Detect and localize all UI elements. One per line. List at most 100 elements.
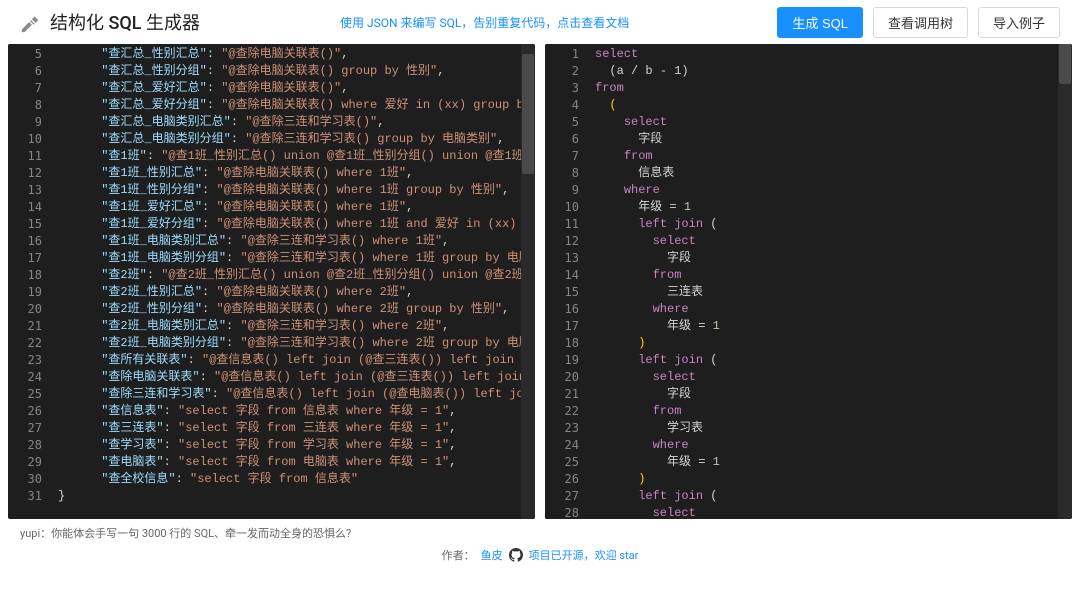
json-editor[interactable]: 5678910111213141516171819202122232425262… — [8, 44, 535, 519]
code-line[interactable]: "查除电脑关联表": "@查信息表() left join (@查三连表()) … — [58, 369, 529, 386]
code-line[interactable]: "查所有关联表": "@查信息表() left join (@查三连表()) l… — [58, 352, 529, 369]
code-line[interactable]: "查1班": "@查1班_性别汇总() union @查1班_性别分组() un… — [58, 148, 529, 165]
code-line[interactable]: "查2班_电脑类别汇总": "@查除三连和学习表() where 2班", — [58, 318, 529, 335]
line-number: 22 — [545, 403, 579, 420]
code-line[interactable]: where — [595, 437, 1066, 454]
line-number: 2 — [545, 63, 579, 80]
generate-sql-button[interactable]: 生成 SQL — [777, 7, 863, 38]
line-number: 22 — [8, 335, 42, 352]
code-line[interactable]: where — [595, 182, 1066, 199]
line-number: 6 — [8, 63, 42, 80]
code-line[interactable]: "查信息表": "select 字段 from 信息表 where 年级 = 1… — [58, 403, 529, 420]
code-line[interactable]: "查1班_性别汇总": "@查除电脑关联表() where 1班", — [58, 165, 529, 182]
footer-tagline: yupi：你能体会手写一句 3000 行的 SQL、牵一发而动全身的恐惧么? — [20, 525, 1060, 541]
code-line[interactable]: "查汇总_电脑类别分组": "@查除三连和学习表() group by 电脑类别… — [58, 131, 529, 148]
line-number: 19 — [8, 284, 42, 301]
code-line[interactable]: "查1班_爱好汇总": "@查除电脑关联表() where 1班", — [58, 199, 529, 216]
line-number: 28 — [545, 505, 579, 519]
line-number: 23 — [8, 352, 42, 369]
code-line[interactable]: "查2班_性别汇总": "@查除电脑关联表() where 2班", — [58, 284, 529, 301]
line-number: 15 — [545, 284, 579, 301]
line-number: 17 — [8, 250, 42, 267]
code-line[interactable]: 学习表 — [595, 420, 1066, 437]
code-line[interactable]: "查1班_电脑类别汇总": "@查除三连和学习表() where 1班", — [58, 233, 529, 250]
line-number: 12 — [545, 233, 579, 250]
code-line[interactable]: "查2班_性别分组": "@查除电脑关联表() where 2班 group b… — [58, 301, 529, 318]
author-label: 作者： — [442, 547, 475, 563]
author-link[interactable]: 鱼皮 — [481, 547, 503, 563]
line-number: 7 — [8, 80, 42, 97]
view-tree-button[interactable]: 查看调用树 — [873, 7, 968, 38]
code-line[interactable]: select — [595, 114, 1066, 131]
code-line[interactable]: 年级 = 1 — [595, 318, 1066, 335]
code-line[interactable]: 年级 = 1 — [595, 199, 1066, 216]
line-number: 26 — [545, 471, 579, 488]
code-line[interactable]: left join ( — [595, 216, 1066, 233]
docs-link[interactable]: 使用 JSON 来编写 SQL，告别重复代码，点击查看文档 — [340, 14, 629, 31]
code-line[interactable]: 字段 — [595, 131, 1066, 148]
line-number: 29 — [8, 454, 42, 471]
code-line[interactable]: from — [595, 403, 1066, 420]
line-number: 4 — [545, 97, 579, 114]
line-number: 15 — [8, 216, 42, 233]
right-scroll-track[interactable] — [1058, 44, 1072, 519]
code-line[interactable]: select — [595, 369, 1066, 386]
code-line[interactable]: "查电脑表": "select 字段 from 电脑表 where 年级 = 1… — [58, 454, 529, 471]
left-scroll-thumb[interactable] — [522, 54, 534, 174]
code-line[interactable]: "查2班_电脑类别分组": "@查除三连和学习表() where 2班 grou… — [58, 335, 529, 352]
code-line[interactable]: "查汇总_性别汇总": "@查除电脑关联表()", — [58, 46, 529, 63]
line-number: 12 — [8, 165, 42, 182]
line-number: 8 — [545, 165, 579, 182]
code-line[interactable]: "查汇总_爱好分组": "@查除电脑关联表() where 爱好 in (xx)… — [58, 97, 529, 114]
left-scroll-track[interactable] — [521, 44, 535, 519]
code-line[interactable]: select — [595, 505, 1066, 519]
code-line[interactable]: left join ( — [595, 352, 1066, 369]
code-line[interactable]: ( — [595, 97, 1066, 114]
code-line[interactable]: "查学习表": "select 字段 from 学习表 where 年级 = 1… — [58, 437, 529, 454]
code-line[interactable]: from — [595, 80, 1066, 97]
code-line[interactable]: 信息表 — [595, 165, 1066, 182]
code-line[interactable]: (a / b - 1) — [595, 63, 1066, 80]
code-line[interactable]: "查1班_爱好分组": "@查除电脑关联表() where 1班 and 爱好 … — [58, 216, 529, 233]
right-scroll-thumb[interactable] — [1059, 44, 1071, 84]
code-line[interactable]: "查1班_性别分组": "@查除电脑关联表() where 1班 group b… — [58, 182, 529, 199]
app-title: 结构化 SQL 生成器 — [50, 9, 200, 35]
code-line[interactable]: where — [595, 301, 1066, 318]
code-line[interactable]: "查汇总_性别分组": "@查除电脑关联表() group by 性别", — [58, 63, 529, 80]
code-line[interactable]: ) — [595, 471, 1066, 488]
code-line[interactable]: "查汇总_电脑类别汇总": "@查除三连和学习表()", — [58, 114, 529, 131]
code-line[interactable]: "查1班_电脑类别分组": "@查除三连和学习表() where 1班 grou… — [58, 250, 529, 267]
code-line[interactable]: 三连表 — [595, 284, 1066, 301]
line-number: 25 — [545, 454, 579, 471]
code-line[interactable]: from — [595, 267, 1066, 284]
left-code[interactable]: "查汇总_性别汇总": "@查除电脑关联表()", "查汇总_性别分组": "@… — [52, 44, 535, 519]
code-line[interactable]: 字段 — [595, 386, 1066, 403]
line-number: 28 — [8, 437, 42, 454]
right-code[interactable]: select (a / b - 1)from ( select 字段 from … — [589, 44, 1072, 519]
line-number: 5 — [545, 114, 579, 131]
code-line[interactable]: "查汇总_爱好汇总": "@查除电脑关联表()", — [58, 80, 529, 97]
line-number: 27 — [8, 420, 42, 437]
code-line[interactable]: from — [595, 148, 1066, 165]
code-line[interactable]: "查三连表": "select 字段 from 三连表 where 年级 = 1… — [58, 420, 529, 437]
code-line[interactable]: ) — [595, 335, 1066, 352]
code-line[interactable]: "查2班": "@查2班_性别汇总() union @查2班_性别分组() un… — [58, 267, 529, 284]
line-number: 23 — [545, 420, 579, 437]
line-number: 18 — [545, 335, 579, 352]
import-example-button[interactable]: 导入例子 — [978, 7, 1060, 38]
line-number: 10 — [8, 131, 42, 148]
code-line[interactable]: "查全校信息": "select 字段 from 信息表" — [58, 471, 529, 488]
code-line[interactable]: 年级 = 1 — [595, 454, 1066, 471]
opensource-link[interactable]: 项目已开源，欢迎 star — [529, 547, 639, 563]
line-number: 24 — [545, 437, 579, 454]
line-number: 13 — [8, 182, 42, 199]
code-line[interactable]: "查除三连和学习表": "@查信息表() left join (@查电脑表())… — [58, 386, 529, 403]
code-line[interactable]: select — [595, 233, 1066, 250]
logo-area: 结构化 SQL 生成器 — [20, 9, 200, 35]
line-number: 10 — [545, 199, 579, 216]
code-line[interactable]: left join ( — [595, 488, 1066, 505]
sql-editor[interactable]: 1234567891011121314151617181920212223242… — [545, 44, 1072, 519]
code-line[interactable]: } — [58, 488, 529, 505]
code-line[interactable]: 字段 — [595, 250, 1066, 267]
code-line[interactable]: select — [595, 46, 1066, 63]
